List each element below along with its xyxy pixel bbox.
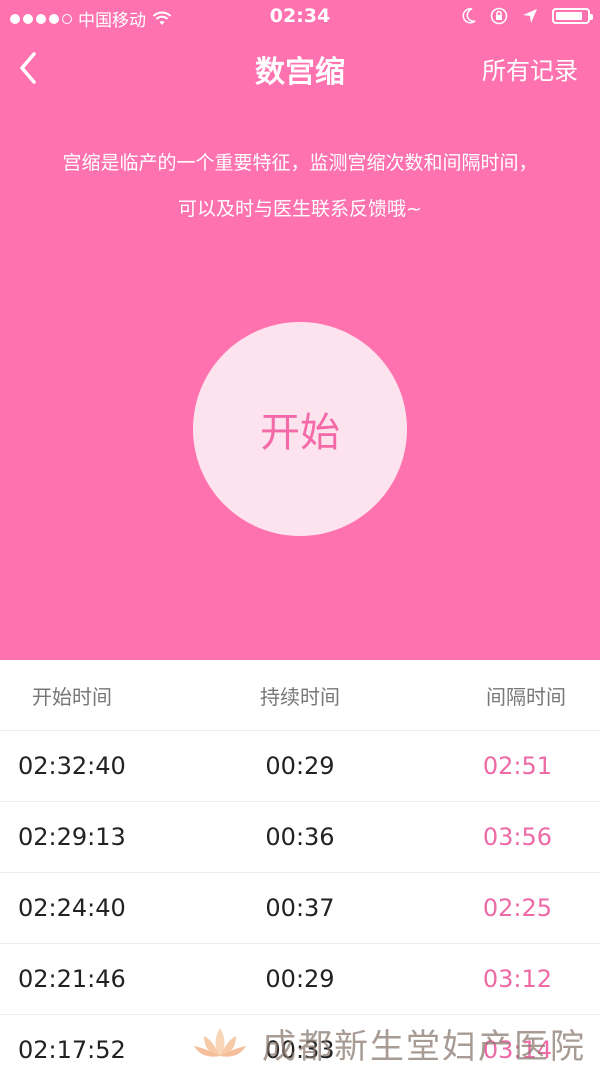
nav-bar: 数宫缩 所有记录	[0, 34, 600, 100]
status-bar: 中国移动 02:34	[0, 0, 600, 34]
row-duration: 00:36	[265, 823, 335, 851]
description-text: 宫缩是临产的一个重要特征，监测宫缩次数和间隔时间， 可以及时与医生联系反馈哦~	[0, 140, 600, 232]
battery-icon	[552, 8, 593, 24]
row-start-time: 02:29:13	[18, 823, 126, 851]
table-header: 开始时间 持续时间 间隔时间	[0, 660, 600, 731]
row-start-time: 02:21:46	[18, 965, 126, 993]
row-interval: 02:51	[482, 752, 552, 780]
table-row: 02:24:40 00:37 02:25	[0, 873, 600, 944]
description-line-1: 宫缩是临产的一个重要特征，监测宫缩次数和间隔时间，	[62, 152, 538, 174]
header-interval: 间隔时间	[486, 684, 566, 709]
table-row: 02:29:13 00:36 03:56	[0, 802, 600, 873]
watermark: 成都新生堂妇产医院	[190, 1020, 600, 1067]
row-interval: 03:56	[482, 823, 552, 851]
header-start-time: 开始时间	[32, 684, 112, 709]
battery-level	[556, 12, 582, 20]
rotation-lock-icon	[490, 7, 508, 25]
records-table: 开始时间 持续时间 间隔时间 02:32:40 00:29 02:51 02:2…	[0, 660, 600, 1067]
watermark-text: 成都新生堂妇产医院	[262, 1027, 586, 1067]
status-right	[462, 7, 593, 25]
screen: 中国移动 02:34 数宫缩 所有记录 宫缩是临产的一个重要特征，监测宫缩次数和…	[0, 0, 600, 1067]
header-duration: 持续时间	[260, 684, 340, 709]
start-button[interactable]: 开始	[193, 322, 407, 536]
row-interval: 02:25	[482, 894, 552, 922]
row-duration: 00:29	[265, 752, 335, 780]
all-records-button[interactable]: 所有记录	[482, 51, 578, 86]
location-arrow-icon	[523, 9, 537, 23]
description-line-2: 可以及时与医生联系反馈哦~	[178, 198, 422, 220]
header-panel: 中国移动 02:34 数宫缩 所有记录 宫缩是临产的一个重要特征，监测宫缩次数和…	[0, 0, 600, 660]
row-start-time: 02:24:40	[18, 894, 126, 922]
table-row: 02:21:46 00:29 03:12	[0, 944, 600, 1015]
table-row: 02:32:40 00:29 02:51	[0, 731, 600, 802]
moon-icon	[462, 8, 476, 24]
row-interval: 03:12	[482, 965, 552, 993]
row-duration: 00:37	[265, 894, 335, 922]
row-start-time: 02:32:40	[18, 752, 126, 780]
row-duration: 00:29	[265, 965, 335, 993]
lotus-logo-icon	[194, 1027, 246, 1057]
row-start-time: 02:17:52	[18, 1036, 126, 1064]
